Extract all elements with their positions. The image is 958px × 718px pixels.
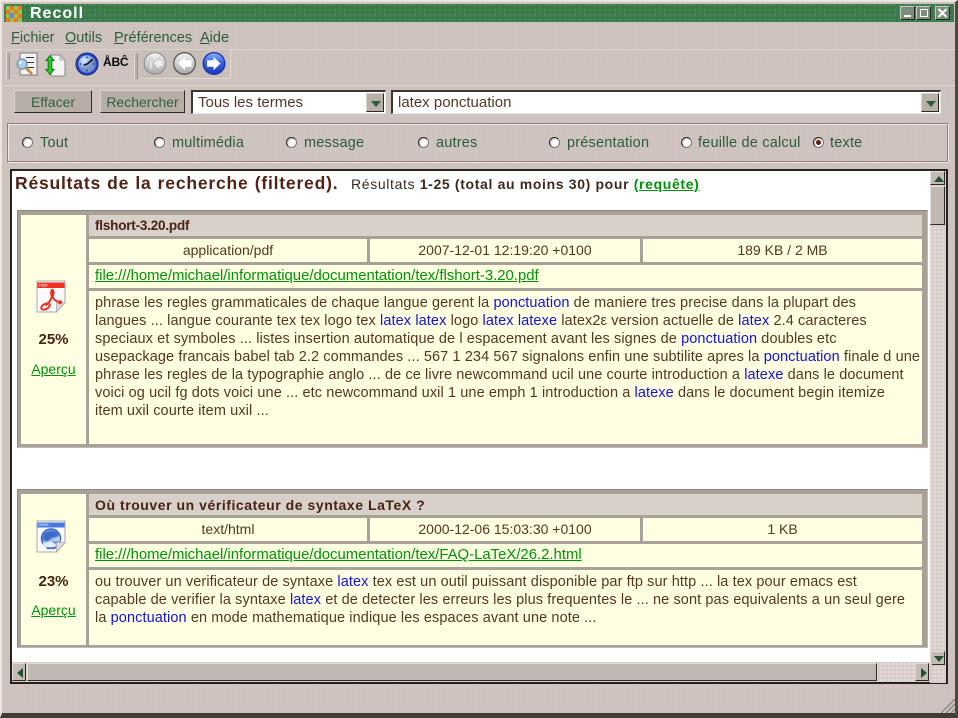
svg-text:PDF: PDF xyxy=(39,283,48,288)
